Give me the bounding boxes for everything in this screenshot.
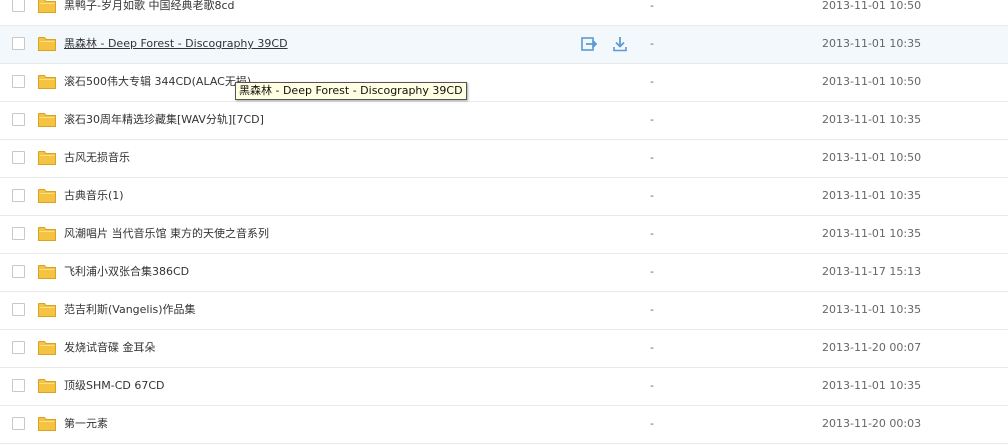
file-row[interactable]: 滚石500伟大专辑 344CD(ALAC无损) - 2013-11-01 10:… <box>0 64 1008 102</box>
file-date: 2013-11-01 10:35 <box>822 37 922 50</box>
file-size: - <box>650 227 654 240</box>
file-name[interactable]: 第一元素 <box>64 417 108 431</box>
file-size: - <box>650 0 654 12</box>
file-size: - <box>650 303 654 316</box>
file-row[interactable]: 范吉利斯(Vangelis)作品集 - 2013-11-01 10:35 <box>0 292 1008 330</box>
folder-icon <box>38 417 56 431</box>
file-date: 2013-11-01 10:35 <box>822 189 922 202</box>
file-row[interactable]: 飞利浦小双张合集386CD - 2013-11-17 15:13 <box>0 254 1008 292</box>
file-date: 2013-11-01 10:50 <box>822 151 922 164</box>
filename-tooltip: 黑森林 - Deep Forest - Discography 39CD <box>235 82 467 100</box>
file-list: 黑鸭子-岁月如歌 中国经典老歌8cd - 2013-11-01 10:50 黑森… <box>0 0 1008 444</box>
file-row[interactable]: 第一元素 - 2013-11-20 00:03 <box>0 406 1008 444</box>
file-name[interactable]: 古典音乐(1) <box>64 189 124 203</box>
file-name[interactable]: 范吉利斯(Vangelis)作品集 <box>64 303 196 317</box>
folder-icon <box>38 151 56 165</box>
file-date: 2013-11-01 10:35 <box>822 379 922 392</box>
file-date: 2013-11-20 00:07 <box>822 341 922 354</box>
folder-icon <box>38 265 56 279</box>
file-name[interactable]: 黑森林 - Deep Forest - Discography 39CD <box>64 37 288 51</box>
file-name[interactable]: 顶级SHM-CD 67CD <box>64 379 165 393</box>
file-date: 2013-11-01 10:35 <box>822 113 922 126</box>
file-date: 2013-11-01 10:50 <box>822 75 922 88</box>
folder-icon <box>38 113 56 127</box>
file-date: 2013-11-20 00:03 <box>822 417 922 430</box>
folder-icon <box>38 227 56 241</box>
file-date: 2013-11-01 10:35 <box>822 227 922 240</box>
row-checkbox[interactable] <box>12 0 25 12</box>
file-row[interactable]: 古风无损音乐 - 2013-11-01 10:50 <box>0 140 1008 178</box>
file-name[interactable]: 黑鸭子-岁月如歌 中国经典老歌8cd <box>64 0 235 13</box>
folder-icon <box>38 75 56 89</box>
file-name[interactable]: 风潮唱片 当代音乐馆 東方的天使之音系列 <box>64 227 269 241</box>
download-icon[interactable] <box>611 35 629 53</box>
file-size: - <box>650 341 654 354</box>
file-row[interactable]: 风潮唱片 当代音乐馆 東方的天使之音系列 - 2013-11-01 10:35 <box>0 216 1008 254</box>
file-size: - <box>650 265 654 278</box>
row-checkbox[interactable] <box>12 37 25 50</box>
file-size: - <box>650 379 654 392</box>
file-row[interactable]: 滚石30周年精选珍藏集[WAV分轨][7CD] - 2013-11-01 10:… <box>0 102 1008 140</box>
file-name[interactable]: 滚石30周年精选珍藏集[WAV分轨][7CD] <box>64 113 264 127</box>
file-date: 2013-11-01 10:35 <box>822 303 922 316</box>
file-row[interactable]: 古典音乐(1) - 2013-11-01 10:35 <box>0 178 1008 216</box>
file-name[interactable]: 滚石500伟大专辑 344CD(ALAC无损) <box>64 75 251 89</box>
folder-icon <box>38 37 56 51</box>
row-checkbox[interactable] <box>12 303 25 316</box>
file-row[interactable]: 黑森林 - Deep Forest - Discography 39CD - 2… <box>0 26 1008 64</box>
row-checkbox[interactable] <box>12 227 25 240</box>
file-size: - <box>650 37 654 50</box>
folder-icon <box>38 0 56 13</box>
folder-icon <box>38 341 56 355</box>
file-size: - <box>650 151 654 164</box>
file-size: - <box>650 189 654 202</box>
file-date: 2013-11-01 10:50 <box>822 0 922 12</box>
folder-icon <box>38 303 56 317</box>
file-row[interactable]: 发烧试音碟 金耳朵 - 2013-11-20 00:07 <box>0 330 1008 368</box>
row-checkbox[interactable] <box>12 265 25 278</box>
file-row[interactable]: 黑鸭子-岁月如歌 中国经典老歌8cd - 2013-11-01 10:50 <box>0 0 1008 26</box>
row-checkbox[interactable] <box>12 379 25 392</box>
file-row[interactable]: 顶级SHM-CD 67CD - 2013-11-01 10:35 <box>0 368 1008 406</box>
row-checkbox[interactable] <box>12 113 25 126</box>
folder-icon <box>38 189 56 203</box>
row-checkbox[interactable] <box>12 417 25 430</box>
file-name[interactable]: 古风无损音乐 <box>64 151 130 165</box>
row-checkbox[interactable] <box>12 189 25 202</box>
folder-icon <box>38 379 56 393</box>
file-size: - <box>650 417 654 430</box>
file-date: 2013-11-17 15:13 <box>822 265 922 278</box>
file-name[interactable]: 飞利浦小双张合集386CD <box>64 265 189 279</box>
file-size: - <box>650 113 654 126</box>
row-checkbox[interactable] <box>12 341 25 354</box>
share-icon[interactable] <box>580 35 598 53</box>
row-checkbox[interactable] <box>12 151 25 164</box>
file-name[interactable]: 发烧试音碟 金耳朵 <box>64 341 156 355</box>
row-checkbox[interactable] <box>12 75 25 88</box>
file-size: - <box>650 75 654 88</box>
